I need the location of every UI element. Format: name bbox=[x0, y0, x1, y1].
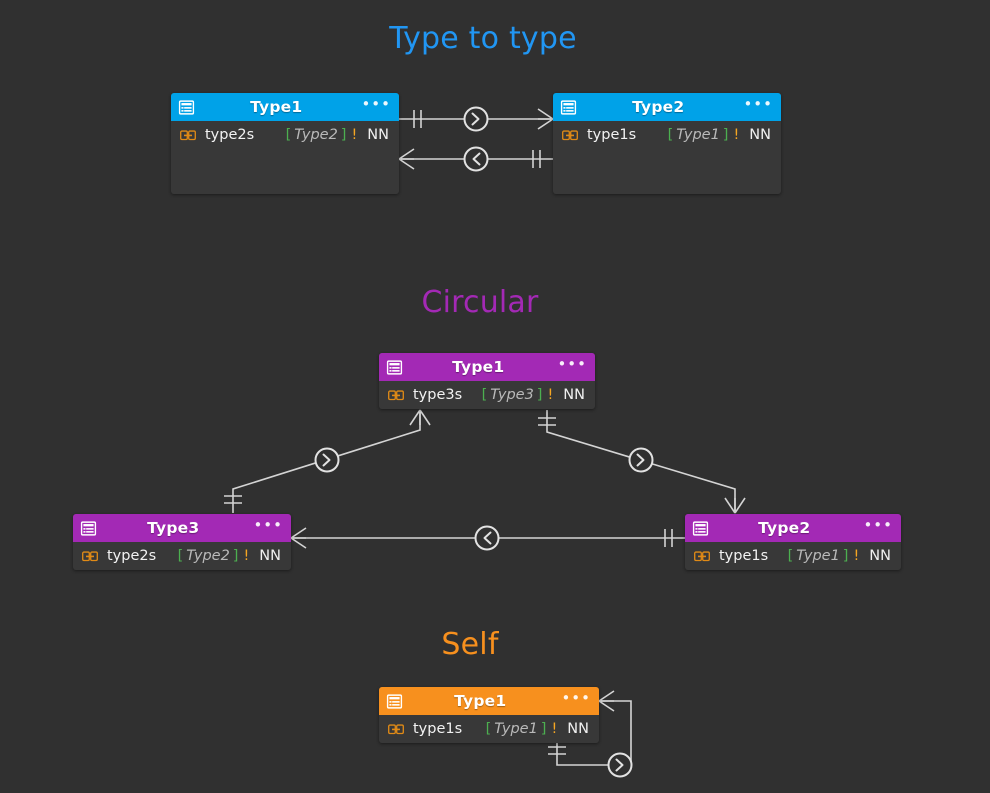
diagram-canvas: Type to type Circular Self Type1 ••• typ… bbox=[0, 0, 990, 793]
node-circ-type2[interactable]: Type2 ••• type1s [ Type1 ] ! NN bbox=[685, 514, 901, 570]
required-marker: ! bbox=[351, 126, 358, 143]
not-null-marker: NN bbox=[259, 547, 281, 564]
required-marker: ! bbox=[551, 720, 558, 737]
node-title: Type1 bbox=[250, 98, 303, 116]
required-marker: ! bbox=[243, 547, 250, 564]
chevron-circle-marker bbox=[628, 447, 654, 473]
open-bracket: [ bbox=[177, 547, 184, 564]
node-header[interactable]: Type1 ••• bbox=[379, 687, 599, 715]
node-body: type2s [ Type2 ] ! NN bbox=[73, 542, 291, 569]
ellipsis-icon[interactable]: ••• bbox=[743, 96, 773, 115]
relation-link-icon bbox=[562, 129, 578, 141]
field-row[interactable]: type1s [ Type1 ] ! NN bbox=[685, 542, 901, 569]
field-type: [ Type3 ] ! NN bbox=[482, 387, 585, 403]
node-title: Type2 bbox=[632, 98, 685, 116]
field-type-name: Type1 bbox=[494, 720, 538, 737]
chevron-circle-marker bbox=[474, 525, 500, 551]
required-marker: ! bbox=[547, 386, 554, 403]
node-title: Type1 bbox=[452, 358, 505, 376]
relation-link-icon bbox=[180, 129, 196, 141]
ellipsis-icon[interactable]: ••• bbox=[253, 517, 283, 536]
node-body: type1s [ Type1 ] ! NN bbox=[685, 542, 901, 569]
field-name: type3s bbox=[413, 386, 463, 403]
node-title: Type2 bbox=[758, 519, 811, 537]
node-t2t-type2[interactable]: Type2 ••• type1s [ Type1 ] ! NN bbox=[553, 93, 781, 194]
node-header[interactable]: Type1 ••• bbox=[171, 93, 399, 121]
node-header[interactable]: Type3 ••• bbox=[73, 514, 291, 542]
relation-link-icon bbox=[388, 389, 404, 401]
ellipsis-icon[interactable]: ••• bbox=[557, 356, 587, 375]
field-name: type1s bbox=[587, 126, 637, 143]
field-row[interactable]: type3s [ Type3 ] ! NN bbox=[379, 381, 595, 408]
field-type-name: Type2 bbox=[294, 126, 338, 143]
close-bracket: ] bbox=[722, 126, 729, 143]
field-type-name: Type2 bbox=[186, 547, 230, 564]
relation-link-icon bbox=[388, 723, 404, 735]
chevron-circle-marker bbox=[607, 752, 633, 778]
node-body: type3s [ Type3 ] ! NN bbox=[379, 381, 595, 408]
node-header[interactable]: Type2 ••• bbox=[685, 514, 901, 542]
field-type: [ Type2 ] ! NN bbox=[286, 127, 389, 143]
field-name: type2s bbox=[107, 547, 157, 564]
section-title-circular: Circular bbox=[421, 285, 539, 320]
open-bracket: [ bbox=[667, 126, 674, 143]
ellipsis-icon[interactable]: ••• bbox=[863, 517, 893, 536]
field-type-name: Type3 bbox=[490, 386, 534, 403]
not-null-marker: NN bbox=[567, 720, 589, 737]
relation-link-icon bbox=[82, 550, 98, 562]
ellipsis-icon[interactable]: ••• bbox=[361, 96, 391, 115]
node-circ-type1[interactable]: Type1 ••• type3s [ Type3 ] ! NN bbox=[379, 353, 595, 409]
close-bracket: ] bbox=[536, 386, 543, 403]
not-null-marker: NN bbox=[367, 126, 389, 143]
relation-link-icon bbox=[694, 550, 710, 562]
field-row[interactable]: type1s [ Type1 ] ! NN bbox=[553, 121, 781, 148]
node-body: type2s [ Type2 ] ! NN bbox=[171, 121, 399, 148]
field-name: type1s bbox=[413, 720, 463, 737]
node-circ-type3[interactable]: Type3 ••• type2s [ Type2 ] ! NN bbox=[73, 514, 291, 570]
open-bracket: [ bbox=[481, 386, 488, 403]
field-type: [ Type1 ] ! NN bbox=[788, 548, 891, 564]
node-self-type1[interactable]: Type1 ••• type1s [ Type1 ] ! NN bbox=[379, 687, 599, 743]
required-marker: ! bbox=[733, 126, 740, 143]
field-name: type1s bbox=[719, 547, 769, 564]
node-title: Type1 bbox=[454, 692, 507, 710]
field-type: [ Type2 ] ! NN bbox=[178, 548, 281, 564]
required-marker: ! bbox=[853, 547, 860, 564]
section-title-self: Self bbox=[441, 627, 499, 662]
chevron-circle-marker bbox=[314, 447, 340, 473]
chevron-circle-marker bbox=[463, 106, 489, 132]
field-row[interactable]: type2s [ Type2 ] ! NN bbox=[171, 121, 399, 148]
not-null-marker: NN bbox=[749, 126, 771, 143]
field-name: type2s bbox=[205, 126, 255, 143]
close-bracket: ] bbox=[340, 126, 347, 143]
open-bracket: [ bbox=[285, 126, 292, 143]
node-body: type1s [ Type1 ] ! NN bbox=[379, 715, 599, 742]
field-type-name: Type1 bbox=[676, 126, 720, 143]
field-row[interactable]: type1s [ Type1 ] ! NN bbox=[379, 715, 599, 742]
node-title: Type3 bbox=[147, 519, 200, 537]
field-type: [ Type1 ] ! NN bbox=[668, 127, 771, 143]
node-body: type1s [ Type1 ] ! NN bbox=[553, 121, 781, 148]
section-title-type-to-type: Type to type bbox=[389, 21, 577, 56]
ellipsis-icon[interactable]: ••• bbox=[561, 690, 591, 709]
not-null-marker: NN bbox=[563, 386, 585, 403]
field-type-name: Type1 bbox=[796, 547, 840, 564]
close-bracket: ] bbox=[540, 720, 547, 737]
open-bracket: [ bbox=[485, 720, 492, 737]
not-null-marker: NN bbox=[869, 547, 891, 564]
open-bracket: [ bbox=[787, 547, 794, 564]
chevron-circle-marker bbox=[463, 146, 489, 172]
close-bracket: ] bbox=[232, 547, 239, 564]
field-row[interactable]: type2s [ Type2 ] ! NN bbox=[73, 542, 291, 569]
field-type: [ Type1 ] ! NN bbox=[486, 721, 589, 737]
node-t2t-type1[interactable]: Type1 ••• type2s [ Type2 ] ! NN bbox=[171, 93, 399, 194]
node-header[interactable]: Type1 ••• bbox=[379, 353, 595, 381]
node-header[interactable]: Type2 ••• bbox=[553, 93, 781, 121]
close-bracket: ] bbox=[842, 547, 849, 564]
